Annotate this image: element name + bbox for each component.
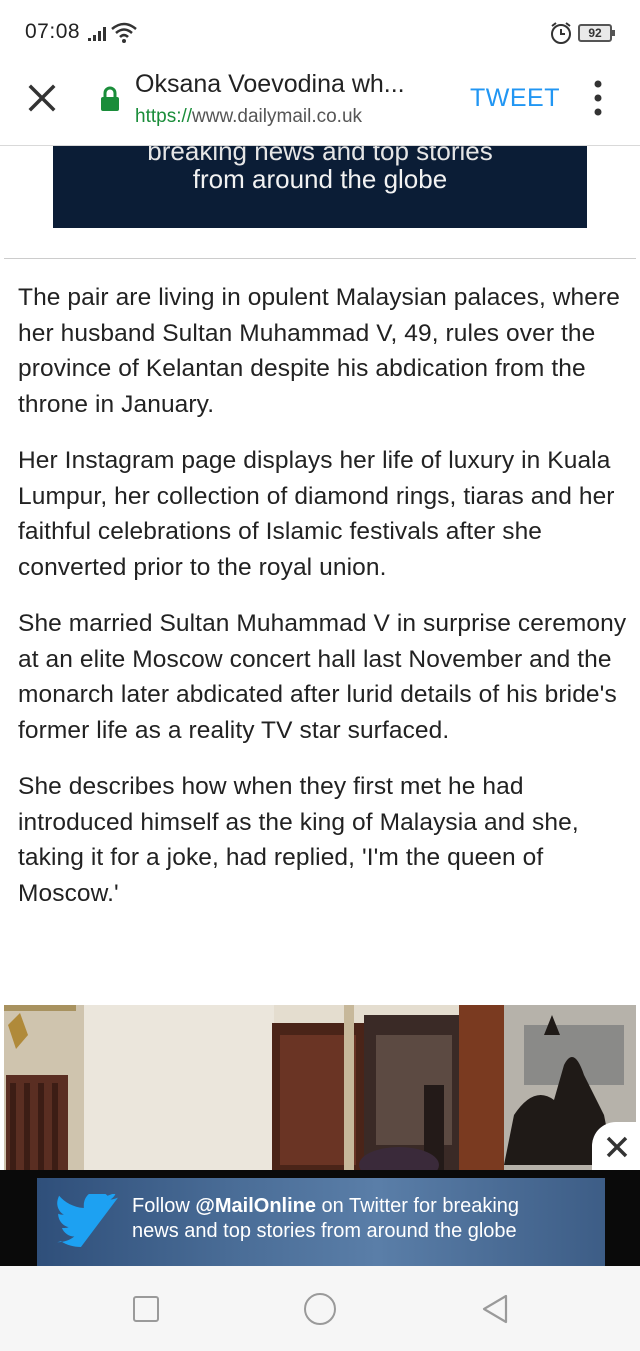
article-paragraph: The pair are living in opulent Malaysian… (18, 284, 620, 418)
recent-apps-icon[interactable] (133, 1296, 159, 1322)
back-icon[interactable] (481, 1294, 509, 1324)
top-banner-text: from around the globe (192, 164, 448, 194)
alarm-icon (551, 22, 571, 44)
ad-twitter-handle: @MailOnline (195, 1195, 316, 1217)
page-url: https://www.dailymail.co.uk (135, 106, 362, 128)
ad-text-line2: news and top stories from around the glo… (132, 1220, 517, 1242)
ad-text-suffix: on Twitter for breaking (315, 1195, 520, 1217)
article-body: The pair are living in opulent Malaysian… (18, 280, 628, 932)
bottom-ad-text: Follow @MailOnline on Twitter for breaki… (132, 1194, 592, 1244)
page-title: Oksana Voevodina wh... (135, 70, 405, 98)
custom-tab-toolbar: Oksana Voevodina wh... https://www.daily… (0, 62, 640, 146)
signal-icon (88, 27, 106, 41)
close-icon[interactable] (22, 78, 62, 118)
lock-icon (101, 86, 119, 111)
top-ad-banner[interactable]: breaking news and top stories from aroun… (53, 146, 587, 228)
status-bar: 07:08 92 (0, 0, 640, 62)
divider (4, 258, 636, 259)
wifi-icon (111, 22, 137, 43)
article-photo (4, 1005, 636, 1170)
status-time: 07:08 (25, 20, 81, 43)
url-host: www.dailymail.co.uk (192, 106, 363, 127)
article-paragraph: She married Sultan Muhammad V in surpris… (18, 610, 627, 744)
twitter-bird-icon (57, 1194, 119, 1248)
bottom-ad-content[interactable]: Follow @MailOnline on Twitter for breaki… (37, 1178, 605, 1266)
article-paragraph: Her Instagram page displays her life of … (18, 447, 615, 581)
ad-text-prefix: Follow (132, 1195, 196, 1217)
battery-icon: 92 (578, 24, 615, 42)
system-nav-bar (0, 1266, 640, 1351)
home-icon[interactable] (304, 1293, 336, 1325)
url-scheme: https:// (135, 106, 193, 127)
close-ad-icon[interactable] (592, 1122, 640, 1170)
more-options-icon[interactable] (586, 76, 610, 120)
article-paragraph: She describes how when they first met he… (18, 773, 579, 907)
tweet-button[interactable]: TWEET (470, 84, 560, 113)
bottom-ad-banner[interactable]: Follow @MailOnline on Twitter for breaki… (0, 1170, 640, 1266)
